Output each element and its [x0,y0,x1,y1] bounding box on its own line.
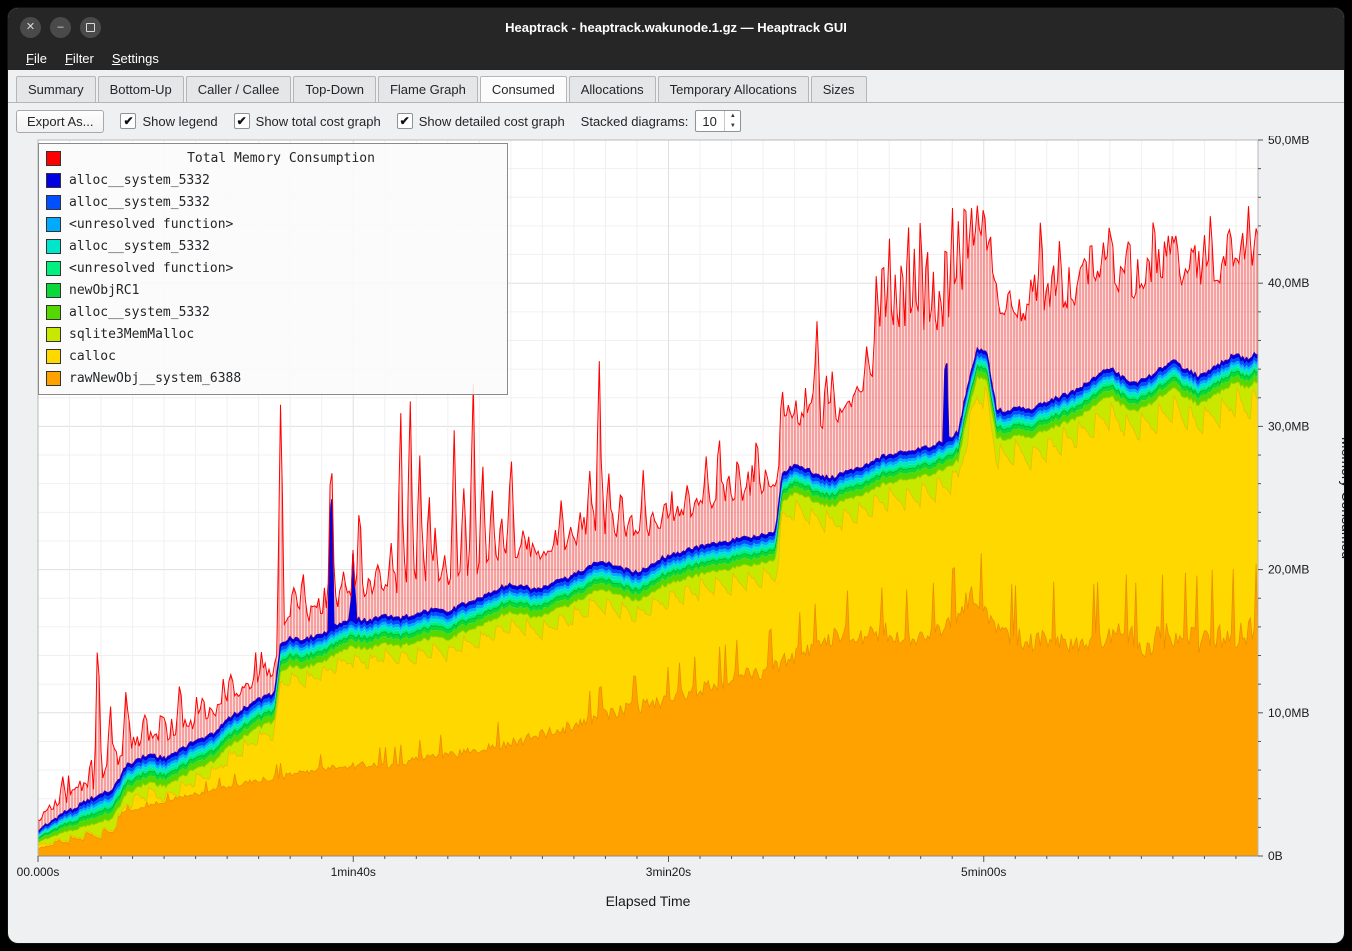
tab-bar: Summary Bottom-Up Caller / Callee Top-Do… [8,70,1344,103]
legend-item: alloc__system_5332 [43,235,501,257]
check-icon: ✔ [400,114,410,128]
legend-item: rawNewObj__system_6388 [43,367,501,389]
legend-swatch [46,349,61,364]
menu-file[interactable]: File [18,49,55,68]
app-window: ✕ – Heaptrack - heaptrack.wakunode.1.gz … [8,8,1344,943]
export-as-button[interactable]: Export As... [16,110,104,133]
legend-item-label: <unresolved function> [69,261,233,276]
legend-item-label: calloc [69,349,116,364]
spin-down-icon[interactable]: ▼ [725,121,740,131]
legend-swatch [46,239,61,254]
spinbox-value: 10 [696,111,724,131]
legend-title-row: Total Memory Consumption [43,147,501,169]
minimize-button[interactable]: – [50,17,71,38]
x-tick-label: 00.000s [17,865,60,879]
legend-title: Total Memory Consumption [61,151,501,166]
y-tick-label: 30,0MB [1268,419,1309,433]
legend-swatch [46,261,61,276]
legend-item: calloc [43,345,501,367]
show-detailed-cost-graph-checkbox[interactable]: ✔ Show detailed cost graph [397,113,565,129]
tab-consumed[interactable]: Consumed [480,76,567,102]
tab-bottom-up[interactable]: Bottom-Up [98,76,184,102]
x-tick-label: 5min00s [961,865,1006,879]
x-tick-label: 1min40s [331,865,376,879]
tab-flame-graph[interactable]: Flame Graph [378,76,478,102]
legend-swatch [46,173,61,188]
legend-item-label: newObjRC1 [69,283,139,298]
y-tick-label: 50,0MB [1268,136,1309,147]
tab-temporary-allocations[interactable]: Temporary Allocations [658,76,809,102]
legend-swatch [46,371,61,386]
legend-item: alloc__system_5332 [43,301,501,323]
menu-filter[interactable]: Filter [57,49,102,68]
tab-caller-callee[interactable]: Caller / Callee [186,76,292,102]
legend-swatch [46,283,61,298]
legend-item-label: alloc__system_5332 [69,173,210,188]
checkbox-box: ✔ [234,113,250,129]
checkbox-label: Show total cost graph [256,114,381,129]
x-tick-label: 3min20s [646,865,691,879]
checkbox-box: ✔ [397,113,413,129]
spinbox-buttons: ▲ ▼ [724,111,740,131]
window-title: Heaptrack - heaptrack.wakunode.1.gz — He… [8,20,1344,35]
spin-up-icon[interactable]: ▲ [725,111,740,121]
tab-summary[interactable]: Summary [16,76,96,102]
check-icon: ✔ [237,114,247,128]
legend-item: alloc__system_5332 [43,191,501,213]
stacked-diagrams-label: Stacked diagrams: [581,114,689,129]
legend-item: <unresolved function> [43,213,501,235]
legend-swatch [46,151,61,166]
tab-allocations[interactable]: Allocations [569,76,656,102]
y-tick-label: 40,0MB [1268,276,1309,290]
stacked-diagrams-spinbox[interactable]: 10 ▲ ▼ [695,110,741,132]
show-total-cost-graph-checkbox[interactable]: ✔ Show total cost graph [234,113,381,129]
tab-sizes[interactable]: Sizes [811,76,867,102]
titlebar: ✕ – Heaptrack - heaptrack.wakunode.1.gz … [8,8,1344,46]
legend-item-label: alloc__system_5332 [69,239,210,254]
legend-item: <unresolved function> [43,257,501,279]
menu-settings[interactable]: Settings [104,49,167,68]
tab-top-down[interactable]: Top-Down [293,76,376,102]
check-icon: ✔ [123,114,133,128]
legend-item: alloc__system_5332 [43,169,501,191]
y-axis-title: Memory Consumed [1339,437,1344,559]
maximize-icon [86,23,95,32]
checkbox-box: ✔ [120,113,136,129]
legend-item-label: alloc__system_5332 [69,305,210,320]
legend-swatch [46,305,61,320]
chart-legend: Total Memory Consumption alloc__system_53… [38,143,508,395]
legend-item: newObjRC1 [43,279,501,301]
menubar: File Filter Settings [8,46,1344,70]
window-controls: ✕ – [20,8,101,46]
legend-swatch [46,327,61,342]
legend-item-label: sqlite3MemMalloc [69,327,194,342]
legend-swatch [46,217,61,232]
legend-swatch [46,195,61,210]
y-tick-label: 10,0MB [1268,706,1309,720]
stacked-diagrams-control: Stacked diagrams: 10 ▲ ▼ [581,110,742,132]
y-tick-label: 20,0MB [1268,563,1309,577]
toolbar: Export As... ✔ Show legend ✔ Show total … [8,103,1344,139]
checkbox-label: Show detailed cost graph [419,114,565,129]
x-axis-title: Elapsed Time [606,893,691,909]
close-button[interactable]: ✕ [20,17,41,38]
legend-item-label: alloc__system_5332 [69,195,210,210]
maximize-button[interactable] [80,17,101,38]
y-tick-label: 0B [1268,849,1283,863]
legend-item: sqlite3MemMalloc [43,323,501,345]
legend-item-label: rawNewObj__system_6388 [69,371,241,386]
checkbox-label: Show legend [142,114,217,129]
legend-item-label: <unresolved function> [69,217,233,232]
show-legend-checkbox[interactable]: ✔ Show legend [120,113,217,129]
